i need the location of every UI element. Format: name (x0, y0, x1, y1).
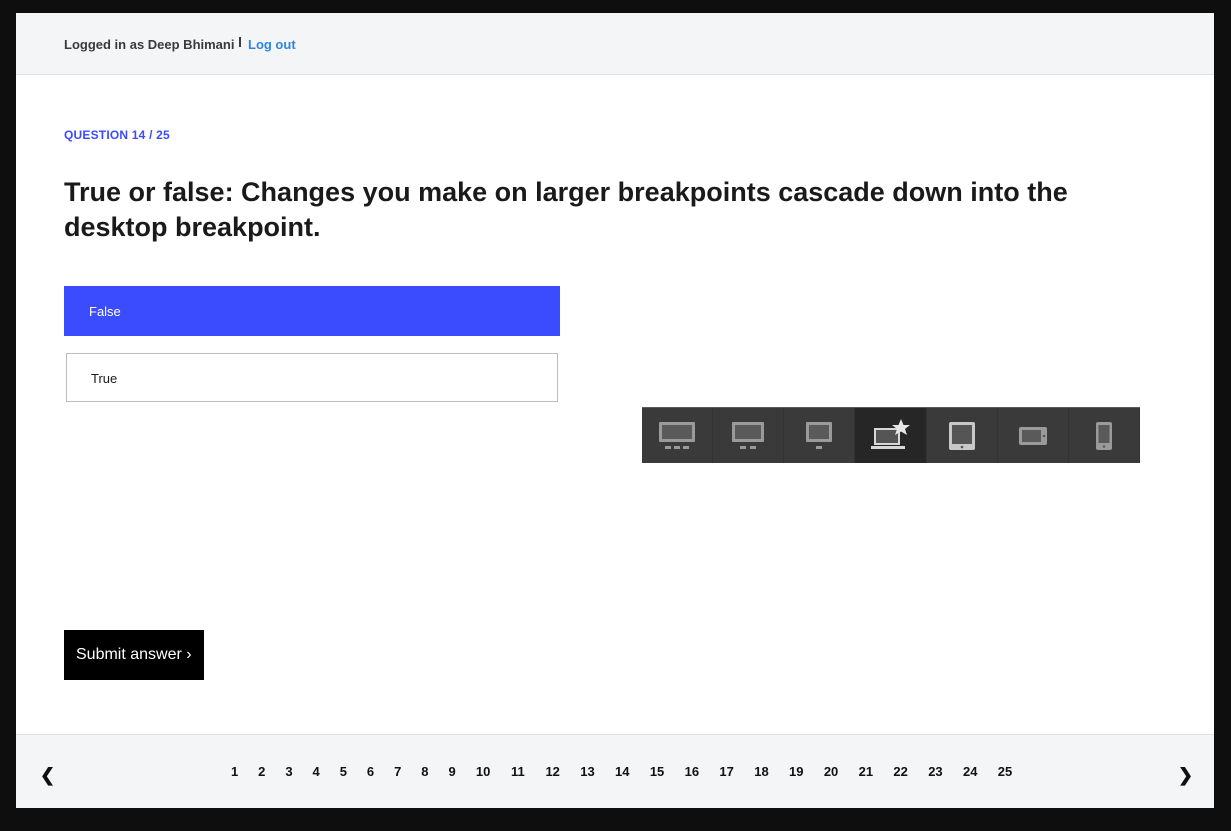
mobile-landscape-icon (1018, 426, 1047, 445)
medium-desktop-icon (732, 421, 765, 449)
top-bar: Logged in as Deep Bhimani Log out (16, 13, 1214, 75)
page-link-1[interactable]: 1 (221, 764, 248, 779)
breakpoint-toolbar-image (642, 407, 1140, 463)
breakpoint-mobile-landscape (997, 408, 1069, 463)
question-text: True or false: Changes you make on large… (64, 177, 1068, 242)
answer-option-true[interactable]: True (66, 353, 558, 402)
next-question-button[interactable]: ❯ (1178, 765, 1193, 786)
page-link-3[interactable]: 3 (275, 764, 302, 779)
page-link-11[interactable]: 11 (500, 764, 535, 779)
page-link-14[interactable]: 14 (605, 764, 640, 779)
breakpoint-small-desktop (784, 408, 856, 463)
submit-answer-button[interactable]: Submit answer › (64, 630, 204, 680)
page-link-22[interactable]: 22 (883, 764, 918, 779)
page-link-23[interactable]: 23 (918, 764, 953, 779)
divider (239, 37, 241, 47)
previous-question-button[interactable]: ❮ (40, 765, 55, 786)
page-link-2[interactable]: 2 (248, 764, 275, 779)
page-link-24[interactable]: 24 (953, 764, 988, 779)
breakpoint-large-desktop (642, 408, 714, 463)
page-link-5[interactable]: 5 (330, 764, 357, 779)
small-desktop-icon (806, 421, 833, 449)
tablet-icon (948, 421, 975, 450)
page-link-8[interactable]: 8 (411, 764, 438, 779)
logged-in-text: Logged in as Deep Bhimani (64, 37, 235, 52)
breakpoint-medium-desktop (713, 408, 785, 463)
page-link-4[interactable]: 4 (303, 764, 330, 779)
page-link-25[interactable]: 25 (988, 764, 1023, 779)
page-link-12[interactable]: 12 (535, 764, 570, 779)
answer-label: True (91, 371, 118, 386)
page-link-7[interactable]: 7 (384, 764, 411, 779)
page-link-9[interactable]: 9 (439, 764, 466, 779)
page-link-17[interactable]: 17 (709, 764, 744, 779)
breakpoint-mobile-portrait (1068, 408, 1140, 463)
breakpoint-tablet (926, 408, 998, 463)
page-link-13[interactable]: 13 (570, 764, 605, 779)
logout-link[interactable]: Log out (248, 37, 296, 52)
pagination-bar: ❮ 1 2 3 4 5 6 7 8 9 10 11 12 13 14 15 16 17 18 19 20 21 22 23 2… (16, 734, 1214, 808)
quiz-window: Logged in as Deep Bhimani Log out QUESTI… (16, 13, 1214, 808)
question-counter: QUESTION 14 / 25 (64, 128, 170, 142)
page-link-16[interactable]: 16 (674, 764, 709, 779)
page-link-19[interactable]: 19 (779, 764, 814, 779)
answer-option-false[interactable]: False (64, 286, 560, 336)
page-link-10[interactable]: 10 (466, 764, 501, 779)
answer-label: False (89, 304, 121, 319)
page-link-18[interactable]: 18 (744, 764, 779, 779)
large-desktop-icon (659, 421, 696, 449)
page-link-6[interactable]: 6 (357, 764, 384, 779)
mobile-portrait-icon (1095, 421, 1112, 450)
page-number-list: 1 2 3 4 5 6 7 8 9 10 11 12 13 14 15 16 17 18 19 20 21 22 23 24 2… (221, 764, 1022, 779)
page-link-21[interactable]: 21 (848, 764, 883, 779)
page-link-20[interactable]: 20 (814, 764, 849, 779)
desktop-base-star-icon (871, 418, 911, 449)
page-link-15[interactable]: 15 (640, 764, 675, 779)
breakpoint-desktop-base (855, 408, 927, 463)
